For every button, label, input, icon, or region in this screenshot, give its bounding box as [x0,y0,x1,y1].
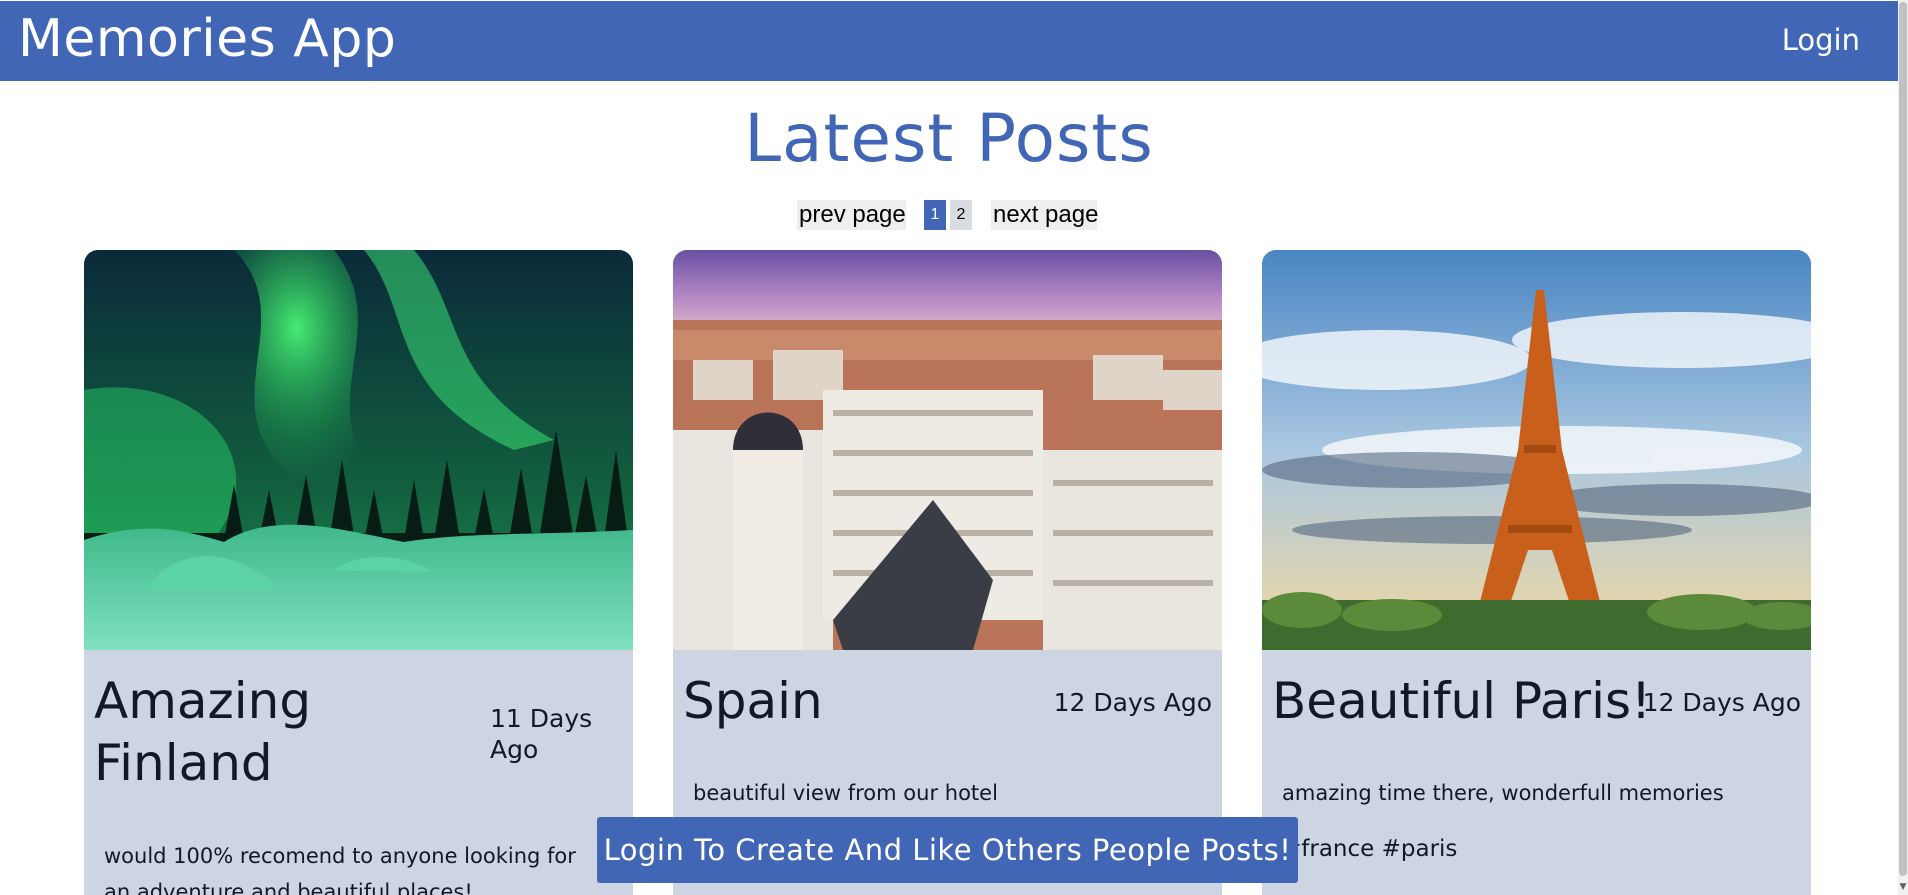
post-image-northern-lights[interactable] [84,250,633,650]
post-title: Spain [683,672,823,730]
page-1-button[interactable]: 1 [924,200,946,230]
scrollbar[interactable]: ▼ [1898,0,1908,895]
post-date: 12 Days Ago [1642,688,1801,717]
scrollbar-thumb[interactable] [1899,2,1907,876]
post-date: 12 Days Ago [1053,688,1212,717]
page-title: Latest Posts [744,100,1154,177]
post-card[interactable]: Beautiful Paris! 12 Days Ago amazing tim… [1262,250,1811,895]
page-2-button[interactable]: 2 [950,200,972,230]
post-message: would 100% recomend to anyone looking fo… [104,844,576,895]
post-title: Beautiful Paris! [1272,672,1652,730]
post-message: beautiful view from our hotel [693,781,998,805]
prev-page-button[interactable]: prev page [797,200,906,230]
app-title[interactable]: Memories App [18,9,396,69]
post-title: Amazing Finland [94,672,312,792]
scroll-down-arrow-icon[interactable]: ▼ [1898,881,1908,893]
post-date: 11 Days Ago [490,704,593,764]
pagination: prev page 1 2 next page [0,200,1898,230]
post-image-madrid[interactable] [673,250,1222,650]
post-card[interactable]: Spain 12 Days Ago beautiful view from ou… [673,250,1222,895]
login-to-create-banner[interactable]: Login To Create And Like Others People P… [597,817,1298,883]
navbar: Memories App Login [0,1,1898,81]
login-button[interactable]: Login [1782,23,1860,57]
post-tags: #france #paris [1282,836,1458,862]
next-page-button[interactable]: next page [991,200,1098,230]
post-image-eiffel-tower[interactable] [1262,250,1811,650]
post-card[interactable]: Amazing Finland 11 Days Ago would 100% r… [84,250,633,895]
post-message: amazing time there, wonderfull memories [1282,781,1724,805]
